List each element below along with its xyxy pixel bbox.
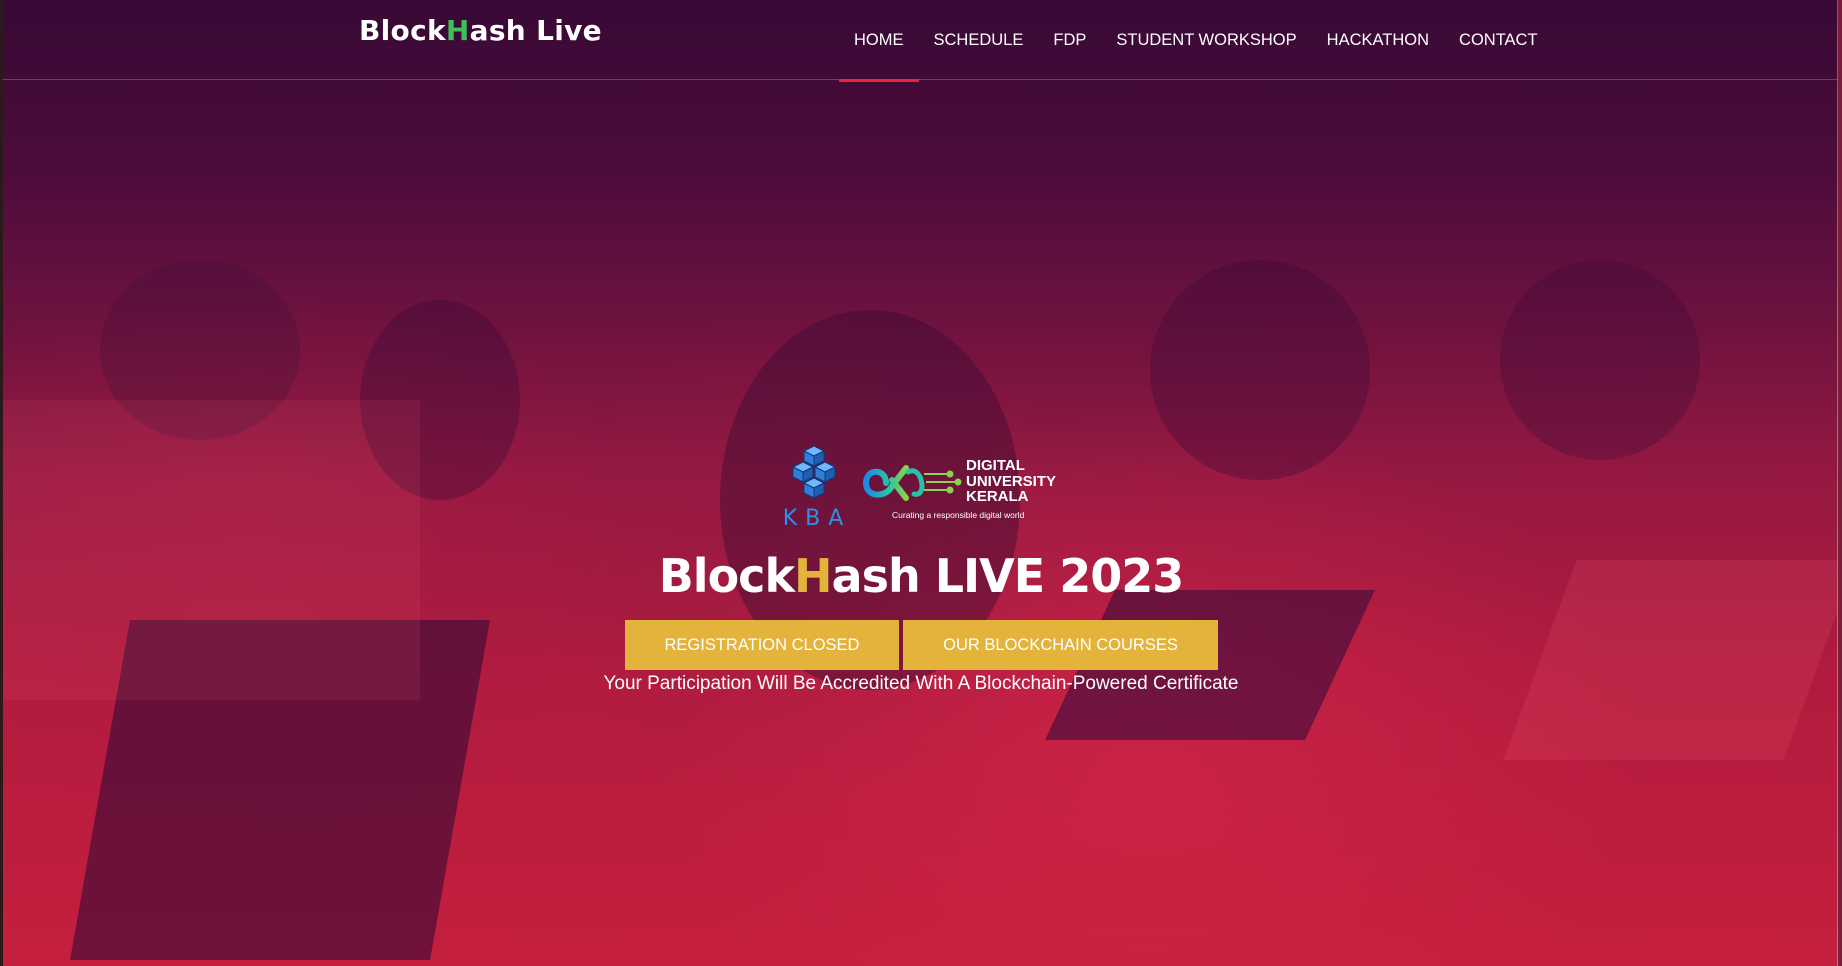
- hero-title: BlockHash LIVE 2023: [0, 549, 1842, 603]
- brand-logo[interactable]: BlockHash Live: [359, 14, 602, 47]
- brand-part1: Block: [359, 14, 446, 47]
- blockchain-courses-button[interactable]: OUR BLOCKCHAIN COURSES: [903, 620, 1218, 670]
- hero-title-part1: Block: [658, 549, 795, 603]
- navbar: BlockHash Live HOME SCHEDULE FDP STUDENT…: [3, 0, 1837, 82]
- kba-logo-text: KBA: [782, 506, 852, 531]
- scrollbar[interactable]: [1838, 0, 1842, 966]
- duk-logo-name: DIGITAL UNIVERSITY KERALA: [966, 458, 1056, 505]
- partner-logos: KBA DIGITAL UNIVERSITY KERALA Curating a…: [776, 444, 1066, 534]
- nav-item-hackathon[interactable]: HACKATHON: [1312, 0, 1444, 80]
- duk-logo: DIGITAL UNIVERSITY KERALA Curating a res…: [862, 458, 1066, 524]
- main-nav: HOME SCHEDULE FDP STUDENT WORKSHOP HACKA…: [839, 0, 1553, 82]
- brand-highlight: H: [445, 14, 470, 47]
- duk-logo-tagline: Curating a responsible digital world: [892, 510, 1025, 520]
- duk-infinity-logo-icon: [862, 465, 962, 501]
- nav-item-home[interactable]: HOME: [839, 0, 919, 82]
- nav-item-contact[interactable]: CONTACT: [1444, 0, 1553, 80]
- hero-subtitle: Your Participation Will Be Accredited Wi…: [603, 673, 1239, 694]
- nav-item-student-workshop[interactable]: STUDENT WORKSHOP: [1101, 0, 1311, 80]
- cubes-logo-icon: [791, 445, 837, 499]
- hero-buttons: REGISTRATION CLOSED OUR BLOCKCHAIN COURS…: [625, 620, 1218, 670]
- nav-item-schedule[interactable]: SCHEDULE: [919, 0, 1039, 80]
- hero-title-part2: ash LIVE 2023: [831, 549, 1185, 603]
- hero-title-highlight: H: [794, 549, 832, 603]
- registration-closed-button[interactable]: REGISTRATION CLOSED: [625, 620, 899, 670]
- nav-item-fdp[interactable]: FDP: [1038, 0, 1101, 80]
- window-left-edge: [0, 0, 3, 966]
- kba-logo: KBA: [776, 444, 852, 534]
- duk-name-line-1: DIGITAL: [966, 457, 1025, 474]
- duk-name-line-3: KERALA: [966, 488, 1029, 505]
- brand-part2: ash Live: [469, 14, 602, 47]
- duk-name-line-2: UNIVERSITY: [966, 472, 1057, 490]
- page: BlockHash Live HOME SCHEDULE FDP STUDENT…: [0, 0, 1842, 966]
